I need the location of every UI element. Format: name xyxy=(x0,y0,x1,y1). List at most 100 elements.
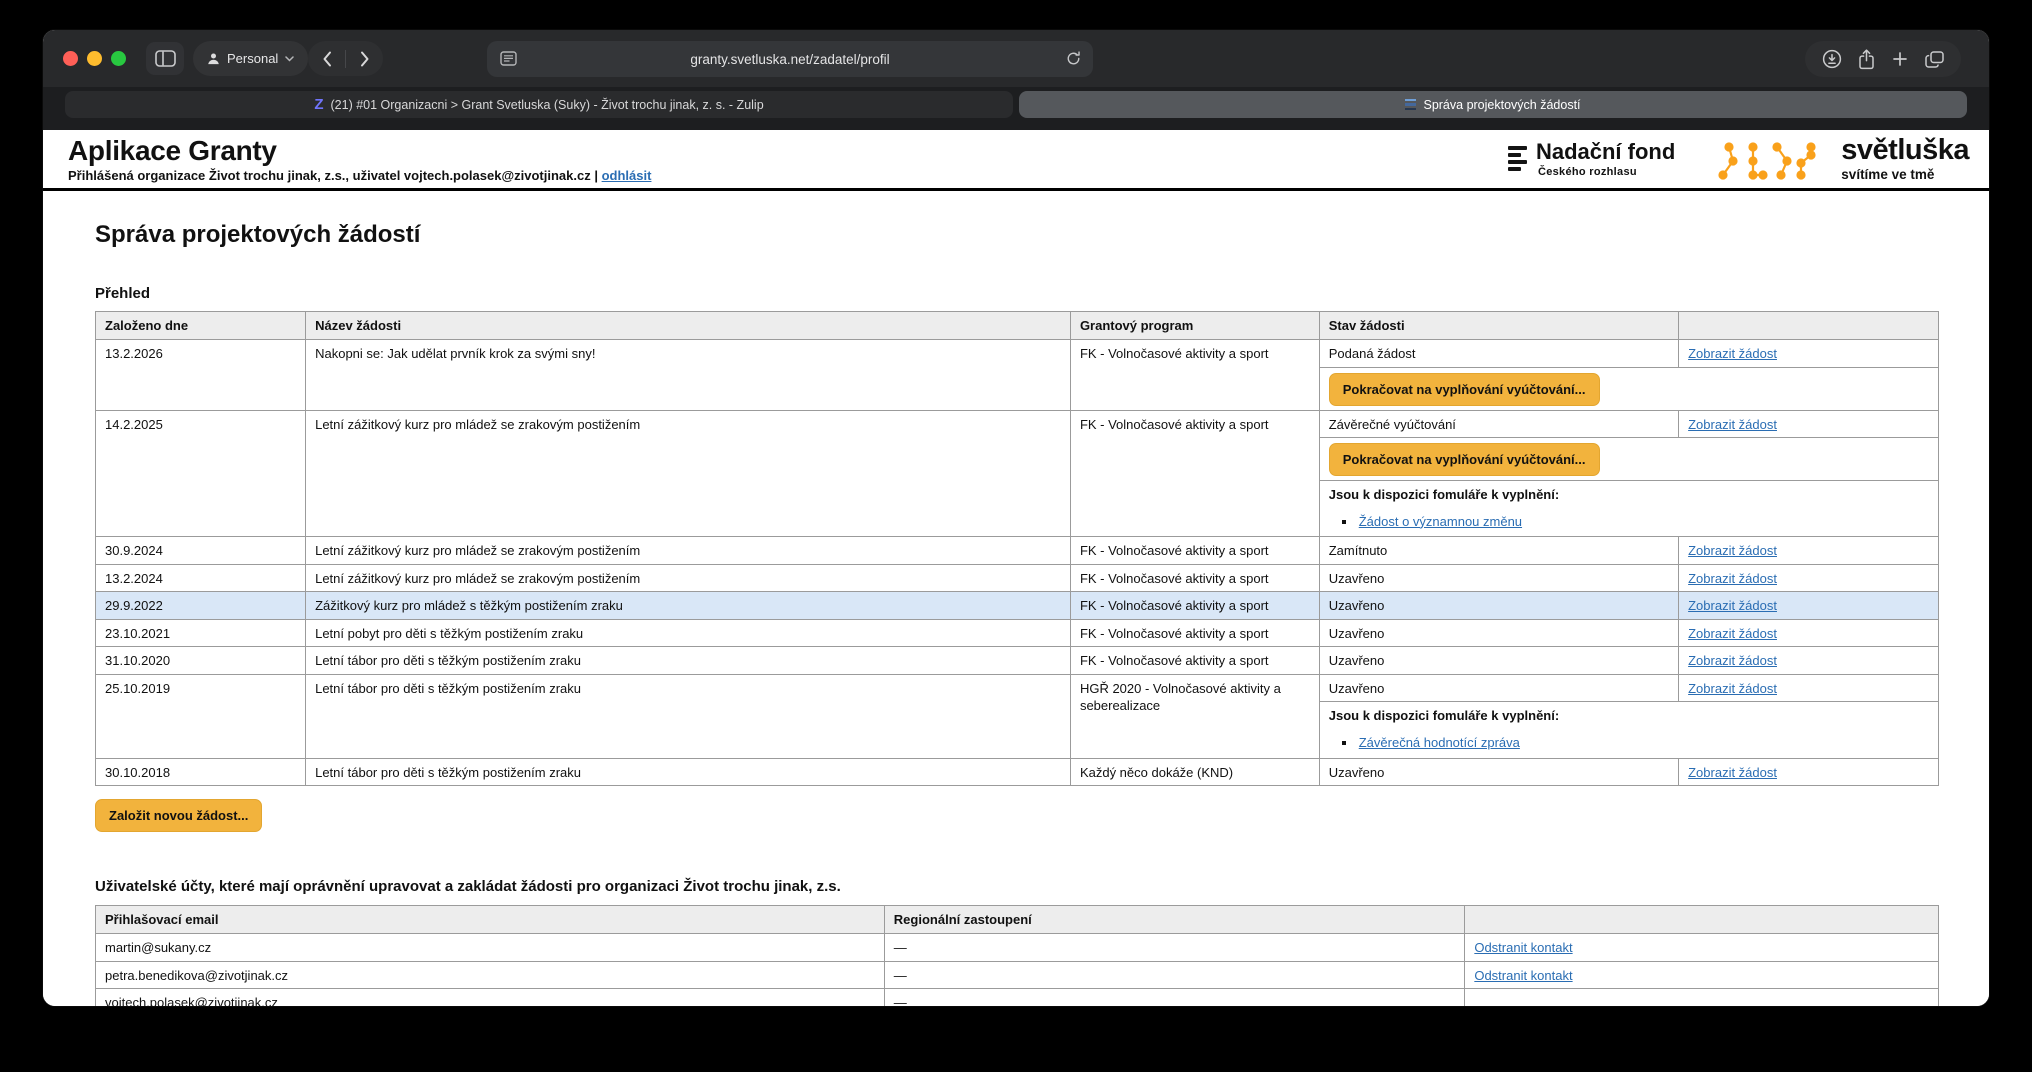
form-link-final-report[interactable]: Závěrečná hodnotící zpráva xyxy=(1359,735,1520,750)
status-cell: Závěrečné vyúčtování xyxy=(1319,410,1678,438)
name-cell: Letní tábor pro děti s těžkým postižením… xyxy=(306,758,1071,786)
program-cell: FK - Volnočasové aktivity a sport xyxy=(1070,647,1319,675)
application-row: 13.2.2026 Nakopni se: Jak udělat prvník … xyxy=(96,340,1939,368)
column-header-regional: Regionální zastoupení xyxy=(884,906,1465,934)
tab-title: (21) #01 Organizacni > Grant Svetluska (… xyxy=(331,98,764,112)
sidebar-toggle-button[interactable] xyxy=(146,42,184,75)
email-cell: petra.benedikova@zivotjinak.cz xyxy=(96,961,885,989)
status-cell: Uzavřeno xyxy=(1319,564,1678,592)
name-cell: Letní zážitkový kurz pro mládež se zrako… xyxy=(306,410,1071,537)
column-header-program: Grantový program xyxy=(1070,312,1319,340)
new-application-button[interactable]: Založit novou žádost... xyxy=(95,799,262,832)
site-header: Aplikace Granty Přihlášená organizace Ži… xyxy=(43,130,1989,191)
person-icon xyxy=(207,52,220,65)
program-cell: FK - Volnočasové aktivity a sport xyxy=(1070,592,1319,620)
view-application-link[interactable]: Zobrazit žádost xyxy=(1688,765,1777,780)
continue-accounting-button[interactable]: Pokračovat na vyplňování vyúčtování... xyxy=(1329,443,1600,476)
status-cell: Uzavřeno xyxy=(1319,758,1678,786)
email-cell: martin@sukany.cz xyxy=(96,934,885,962)
chevron-left-icon xyxy=(322,51,332,67)
view-application-link[interactable]: Zobrazit žádost xyxy=(1688,571,1777,586)
date-cell: 13.2.2026 xyxy=(96,340,306,411)
site-header-left: Aplikace Granty Přihlášená organizace Ži… xyxy=(68,136,651,183)
regional-cell: — xyxy=(884,989,1465,1006)
forms-available-label: Jsou k dispozici fomuláře k vyplnění: xyxy=(1329,486,1929,504)
grant-app-favicon xyxy=(1405,99,1416,111)
app-title: Aplikace Granty xyxy=(68,136,651,167)
history-nav xyxy=(308,41,383,76)
remove-contact-link[interactable]: Odstranit kontakt xyxy=(1474,940,1572,955)
address-bar[interactable]: granty.svetluska.net/zadatel/profil xyxy=(487,41,1093,77)
application-row: 25.10.2019 Letní tábor pro děti s těžkým… xyxy=(96,674,1939,702)
window-controls xyxy=(63,51,126,66)
tab-overview-button[interactable] xyxy=(1917,41,1951,77)
remove-contact-link[interactable]: Odstranit kontakt xyxy=(1474,968,1572,983)
login-info: Přihlášená organizace Život trochu jinak… xyxy=(68,168,651,183)
reader-icon[interactable] xyxy=(500,51,517,69)
profile-menu-button[interactable]: Personal xyxy=(193,41,308,76)
empty-action-cell xyxy=(1465,989,1939,1006)
svetluska-subtitle: svítíme ve tmě xyxy=(1841,167,1969,182)
tab-grant-app[interactable]: Správa projektových žádostí xyxy=(1019,91,1967,118)
logout-link[interactable]: odhlásit xyxy=(602,168,652,183)
continue-accounting-button[interactable]: Pokračovat na vyplňování vyúčtování... xyxy=(1329,373,1600,406)
profile-label: Personal xyxy=(227,51,278,66)
share-icon xyxy=(1858,49,1875,70)
users-table-header-row: Přihlašovací email Regionální zastoupení xyxy=(96,906,1939,934)
minimize-window-button[interactable] xyxy=(87,51,102,66)
date-cell: 31.10.2020 xyxy=(96,647,306,675)
url-text: granty.svetluska.net/zadatel/profil xyxy=(690,52,889,67)
name-cell: Nakopni se: Jak udělat prvník krok za sv… xyxy=(306,340,1071,411)
view-application-link[interactable]: Zobrazit žádost xyxy=(1688,626,1777,641)
sidebar-icon xyxy=(155,50,176,67)
back-button[interactable] xyxy=(308,41,345,76)
nadacni-fond-title: Nadační fond xyxy=(1536,141,1675,163)
view-application-link[interactable]: Zobrazit žádost xyxy=(1688,681,1777,696)
user-row: vojtech.polasek@zivotjinak.cz — xyxy=(96,989,1939,1006)
zoom-window-button[interactable] xyxy=(111,51,126,66)
column-header-user-actions xyxy=(1465,906,1939,934)
date-cell: 13.2.2024 xyxy=(96,564,306,592)
web-page: Aplikace Granty Přihlášená organizace Ži… xyxy=(43,130,1989,1006)
new-tab-button[interactable] xyxy=(1883,41,1917,77)
forward-button[interactable] xyxy=(346,41,383,76)
regional-cell: — xyxy=(884,961,1465,989)
name-cell: Letní tábor pro děti s těžkým postižením… xyxy=(306,647,1071,675)
name-cell: Letní zážitkový kurz pro mládež se zrako… xyxy=(306,564,1071,592)
page-content: Správa projektových žádostí Přehled Zalo… xyxy=(43,191,1989,1006)
regional-cell: — xyxy=(884,934,1465,962)
program-cell: HGŘ 2020 - Volnočasové aktivity a sebere… xyxy=(1070,674,1319,758)
users-table: Přihlašovací email Regionální zastoupení… xyxy=(95,905,1939,1006)
program-cell: FK - Volnočasové aktivity a sport xyxy=(1070,619,1319,647)
tab-strip: Z (21) #01 Organizacni > Grant Svetluska… xyxy=(43,87,1989,130)
svetluska-logo: světluška svítíme ve tmě xyxy=(1715,137,1969,183)
view-application-link[interactable]: Zobrazit žádost xyxy=(1688,346,1777,361)
downloads-button[interactable] xyxy=(1815,41,1849,77)
tab-title: Správa projektových žádostí xyxy=(1423,98,1580,112)
nadacni-fond-subtitle: Českého rozhlasu xyxy=(1538,166,1675,178)
reload-icon xyxy=(1066,51,1081,66)
view-application-link[interactable]: Zobrazit žádost xyxy=(1688,543,1777,558)
tab-zulip[interactable]: Z (21) #01 Organizacni > Grant Svetluska… xyxy=(65,91,1013,118)
applications-table: Založeno dne Název žádosti Grantový prog… xyxy=(95,311,1939,786)
reload-button[interactable] xyxy=(1066,51,1081,69)
application-row-highlighted: 29.9.2022 Zážitkový kurz pro mládež s tě… xyxy=(96,592,1939,620)
toolbar-right xyxy=(1805,41,1961,77)
name-cell: Letní tábor pro děti s těžkým postižením… xyxy=(306,674,1071,758)
download-icon xyxy=(1822,49,1842,69)
status-cell: Podaná žádost xyxy=(1319,340,1678,368)
users-heading: Uživatelské účty, které mají oprávnění u… xyxy=(95,878,1939,895)
share-button[interactable] xyxy=(1849,41,1883,77)
view-application-link[interactable]: Zobrazit žádost xyxy=(1688,417,1777,432)
svetluska-constellation-icon xyxy=(1715,137,1827,183)
view-application-link[interactable]: Zobrazit žádost xyxy=(1688,598,1777,613)
page-title: Správa projektových žádostí xyxy=(95,221,1939,249)
close-window-button[interactable] xyxy=(63,51,78,66)
date-cell: 29.9.2022 xyxy=(96,592,306,620)
forms-available-label: Jsou k dispozici fomuláře k vyplnění: xyxy=(1329,707,1929,725)
column-header-email: Přihlašovací email xyxy=(96,906,885,934)
form-link-significant-change[interactable]: Žádost o významnou změnu xyxy=(1359,514,1522,529)
status-cell: Uzavřeno xyxy=(1319,674,1678,702)
view-application-link[interactable]: Zobrazit žádost xyxy=(1688,653,1777,668)
date-cell: 30.10.2018 xyxy=(96,758,306,786)
